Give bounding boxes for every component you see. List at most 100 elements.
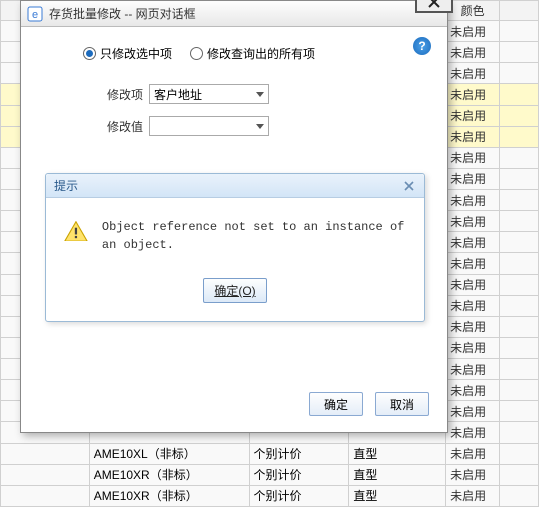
table-cell: 未启用 [446,232,500,253]
dialog-titlebar: e 存货批量修改 -- 网页对话框 [21,1,447,27]
table-cell: 直型 [349,464,446,485]
column-header[interactable]: 颜色 [446,1,500,21]
table-cell: 未启用 [446,274,500,295]
close-icon [428,0,440,8]
table-cell [500,316,539,337]
table-cell [500,147,539,168]
table-cell [1,464,90,485]
radio-all-query[interactable]: 修改查询出的所有项 [190,45,315,62]
table-cell [500,211,539,232]
msgbox-ok-button[interactable]: 确定(O) [203,278,266,303]
table-cell [500,42,539,63]
msgbox-close-button[interactable] [402,179,416,193]
radio-icon [190,47,203,60]
msgbox-footer: 确定(O) [46,272,424,321]
dialog-title: 存货批量修改 -- 网页对话框 [49,5,196,22]
table-cell [1,443,90,464]
scope-radio-group: 只修改选中项 修改查询出的所有项 [83,45,427,62]
error-message-dialog: 提示 Object reference not set to an instan… [45,173,425,322]
msgbox-text: Object reference not set to an instance … [102,218,406,254]
msgbox-titlebar: 提示 [46,174,424,198]
table-cell [500,274,539,295]
table-cell: 未启用 [446,253,500,274]
dialog-actions: 确定 取消 [309,392,429,416]
table-cell [500,190,539,211]
table-cell: 未启用 [446,295,500,316]
msgbox-body: Object reference not set to an instance … [46,198,424,272]
table-cell: 未启用 [446,359,500,380]
value-row: 修改值 [91,116,427,136]
chevron-down-icon [256,124,264,129]
table-cell: 未启用 [446,443,500,464]
table-cell [1,485,90,506]
table-cell: 未启用 [446,316,500,337]
radio-label: 只修改选中项 [100,45,172,62]
table-cell: 未启用 [446,168,500,189]
table-cell [500,126,539,147]
table-cell: 未启用 [446,190,500,211]
table-cell: AME10XR（非标） [89,464,249,485]
table-cell: AME10XL（非标） [89,443,249,464]
field-row: 修改项 客户地址 [91,84,427,104]
table-cell: 未启用 [446,147,500,168]
table-cell [500,485,539,506]
table-cell: 未启用 [446,63,500,84]
msgbox-title: 提示 [54,177,78,194]
table-cell [500,422,539,443]
table-cell: 未启用 [446,380,500,401]
dialog-close-button[interactable] [415,0,453,13]
table-row[interactable]: AME10XL（非标）个别计价直型未启用 [1,443,539,464]
radio-selected-only[interactable]: 只修改选中项 [83,45,172,62]
table-cell [500,443,539,464]
table-cell: 未启用 [446,337,500,358]
field-label: 修改项 [91,86,143,103]
field-dropdown[interactable]: 客户地址 [149,84,269,104]
svg-text:e: e [32,9,38,21]
table-cell: 未启用 [446,21,500,42]
table-cell: 未启用 [446,485,500,506]
table-cell [500,168,539,189]
table-cell [500,464,539,485]
table-cell [500,401,539,422]
value-dropdown[interactable] [149,116,269,136]
table-cell [500,359,539,380]
table-cell: 未启用 [446,401,500,422]
table-cell [500,63,539,84]
table-cell [500,253,539,274]
table-cell [500,232,539,253]
table-row[interactable]: AME10XR（非标）个别计价直型未启用 [1,464,539,485]
table-cell: 未启用 [446,84,500,105]
table-cell [500,105,539,126]
radio-label: 修改查询出的所有项 [207,45,315,62]
help-icon[interactable]: ? [413,37,431,55]
cancel-button[interactable]: 取消 [375,392,429,416]
table-cell [500,21,539,42]
table-cell: 直型 [349,443,446,464]
table-cell: 未启用 [446,42,500,63]
table-cell [500,84,539,105]
table-cell: 未启用 [446,211,500,232]
table-cell: 个别计价 [249,464,349,485]
table-cell: 个别计价 [249,485,349,506]
table-row[interactable]: AME10XR（非标）个别计价直型未启用 [1,485,539,506]
radio-icon [83,47,96,60]
ok-button[interactable]: 确定 [309,392,363,416]
app-icon: e [27,6,43,22]
table-cell: 未启用 [446,464,500,485]
column-header[interactable] [500,1,539,21]
dialog-body: ? 只修改选中项 修改查询出的所有项 修改项 客户地址 修改值 [21,27,447,432]
table-cell: 未启用 [446,126,500,147]
warning-icon [64,218,88,244]
table-cell [500,380,539,401]
value-label: 修改值 [91,118,143,135]
chevron-down-icon [256,92,264,97]
table-cell [500,337,539,358]
table-cell [500,295,539,316]
table-cell: AME10XR（非标） [89,485,249,506]
close-icon [404,181,414,191]
dropdown-value: 客户地址 [154,86,202,103]
table-cell: 直型 [349,485,446,506]
table-cell: 未启用 [446,422,500,443]
table-cell: 未启用 [446,105,500,126]
batch-modify-dialog: e 存货批量修改 -- 网页对话框 ? 只修改选中项 修改查询出的所有项 修改项… [20,0,448,433]
